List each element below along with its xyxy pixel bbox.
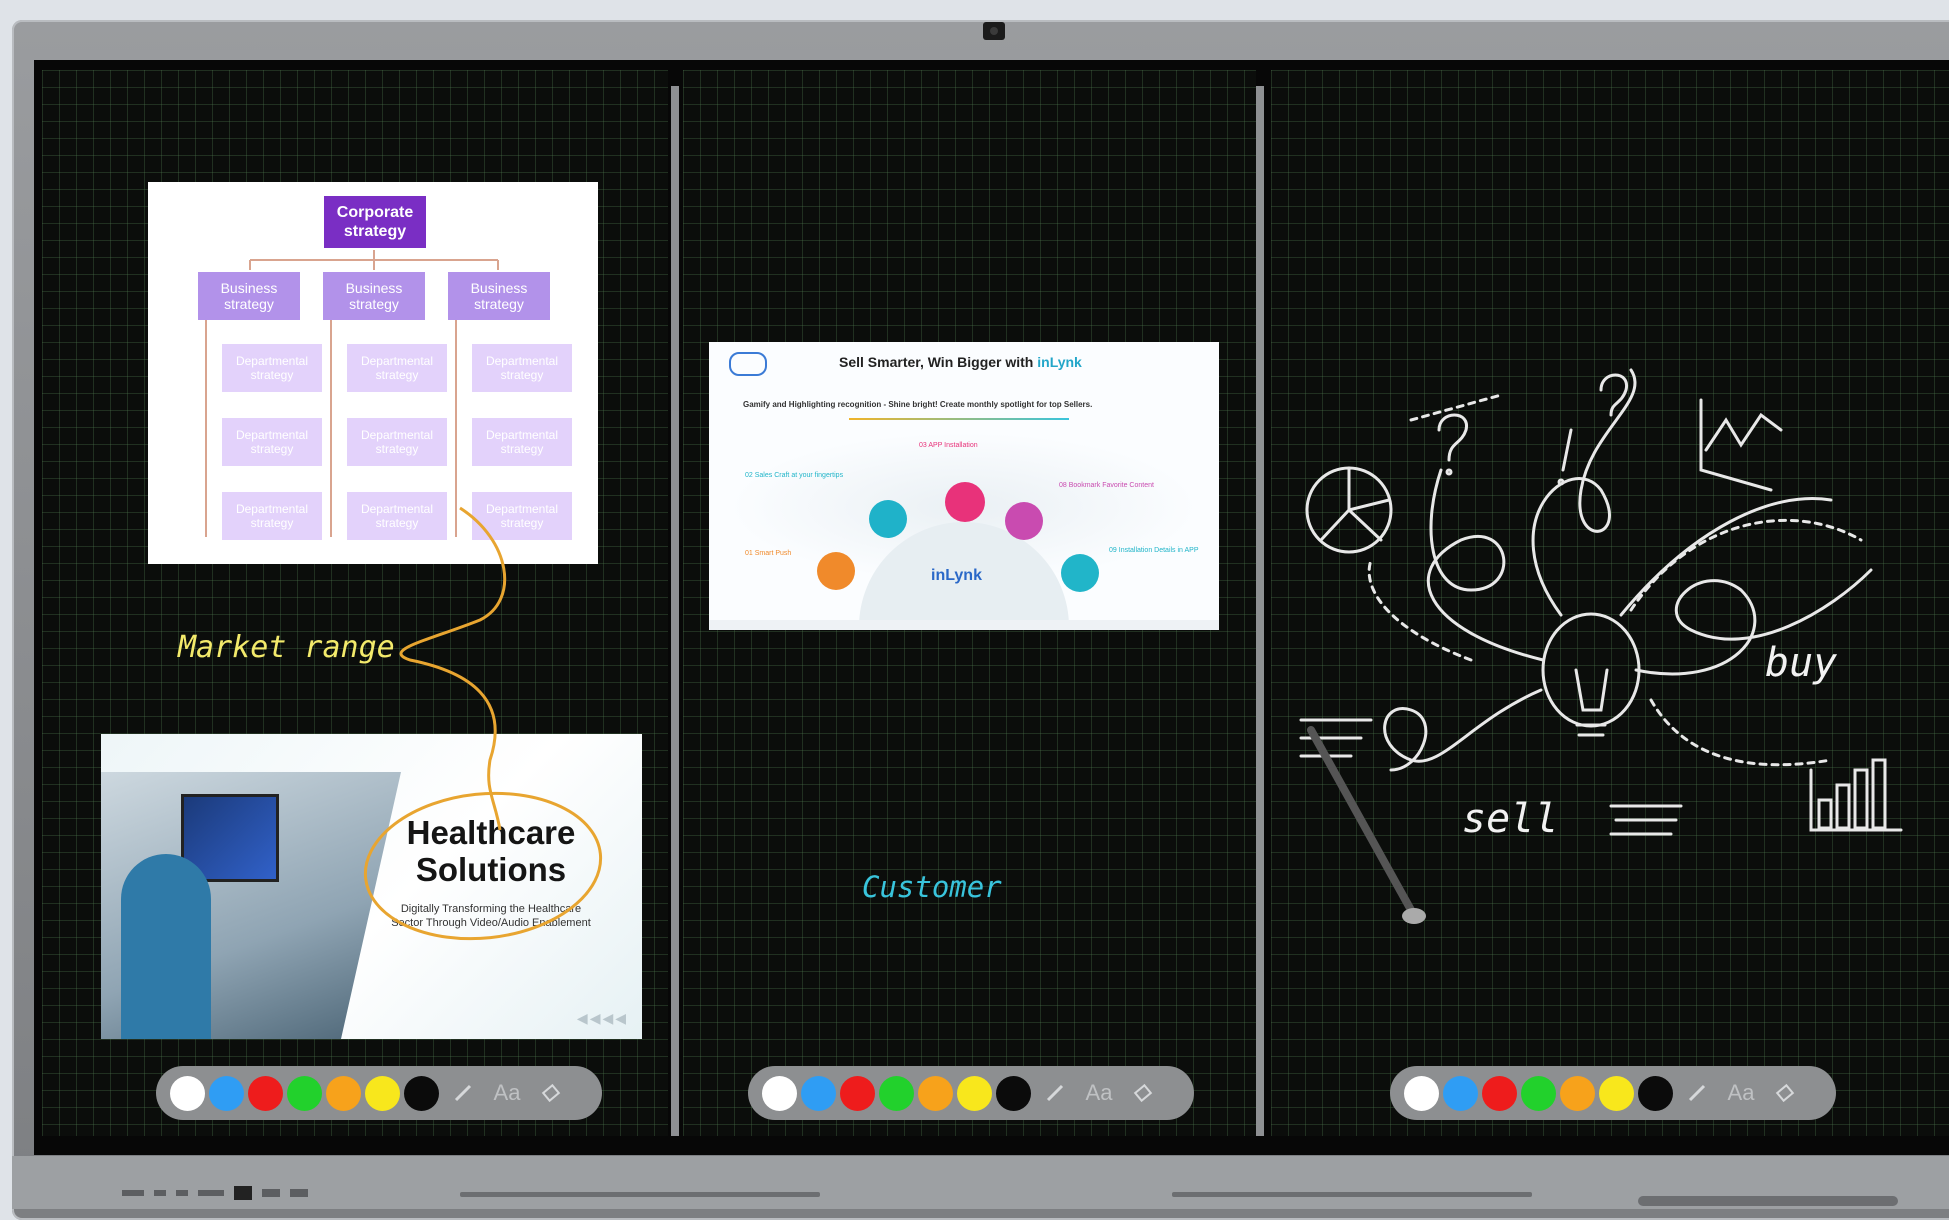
stylus-pen-icon bbox=[1307, 726, 1415, 914]
lightbulb-filament bbox=[1574, 668, 1609, 712]
power-button-icon[interactable] bbox=[234, 1186, 252, 1200]
step-bubble-icon bbox=[817, 552, 855, 590]
color-red-swatch[interactable] bbox=[840, 1075, 875, 1111]
slide-heading-text: Sell Smarter, Win Bigger with bbox=[839, 354, 1038, 370]
slide-divider-line bbox=[849, 418, 1069, 420]
step-bubble-icon bbox=[1005, 502, 1043, 540]
color-blue-swatch[interactable] bbox=[209, 1075, 244, 1111]
color-orange-swatch[interactable] bbox=[1560, 1075, 1595, 1111]
color-yellow-swatch[interactable] bbox=[1599, 1075, 1634, 1111]
step-text: Installation Details in APP bbox=[1118, 547, 1199, 554]
usb-port-icon bbox=[122, 1190, 144, 1196]
step-text: Sales Craft at your fingertips bbox=[754, 472, 844, 479]
usb-port-icon bbox=[290, 1189, 308, 1197]
step-number: 03 bbox=[919, 442, 927, 449]
eraser-icon[interactable] bbox=[1765, 1082, 1805, 1104]
color-black-swatch[interactable] bbox=[1638, 1075, 1673, 1111]
eraser-icon[interactable] bbox=[531, 1082, 571, 1104]
step-number: 08 bbox=[1059, 482, 1067, 489]
text-tool-button[interactable]: Aa bbox=[487, 1080, 527, 1106]
slide-footer-bar bbox=[709, 620, 1219, 630]
text-tool-button[interactable]: Aa bbox=[1721, 1080, 1761, 1106]
step-label: 09 Installation Details in APP bbox=[1109, 547, 1209, 554]
annotation-customer: Customer bbox=[862, 870, 1002, 904]
pen-toolbar-middle: Aa bbox=[748, 1066, 1194, 1120]
color-white-swatch[interactable] bbox=[1404, 1075, 1439, 1111]
panel-divider bbox=[671, 86, 679, 1136]
usb-port-icon bbox=[262, 1189, 280, 1197]
color-yellow-swatch[interactable] bbox=[365, 1075, 400, 1111]
step-text: APP Installation bbox=[928, 442, 978, 449]
color-green-swatch[interactable] bbox=[287, 1075, 322, 1111]
eraser-icon[interactable] bbox=[1123, 1082, 1163, 1104]
bezel-groove bbox=[1638, 1196, 1898, 1206]
color-blue-swatch[interactable] bbox=[1443, 1075, 1478, 1111]
color-black-swatch[interactable] bbox=[996, 1075, 1031, 1111]
question-mark-icon bbox=[1437, 413, 1468, 462]
orange-ink-circle bbox=[363, 791, 603, 941]
usb-port-icon bbox=[176, 1190, 188, 1196]
chalk-sketch bbox=[1299, 368, 1903, 924]
center-logo: inLynk bbox=[931, 567, 982, 584]
slide-heading-brand: inLynk bbox=[1037, 354, 1082, 370]
front-ports bbox=[122, 1186, 352, 1200]
color-white-swatch[interactable] bbox=[170, 1075, 205, 1111]
text-tool-button[interactable]: Aa bbox=[1079, 1080, 1119, 1106]
color-orange-swatch[interactable] bbox=[326, 1075, 361, 1111]
step-bubble-icon bbox=[945, 482, 985, 522]
step-text: Smart Push bbox=[754, 550, 792, 557]
sales-slide-card[interactable]: Sell Smarter, Win Bigger with inLynk Gam… bbox=[709, 342, 1219, 630]
step-number: 01 bbox=[745, 550, 753, 557]
color-red-swatch[interactable] bbox=[1482, 1075, 1517, 1111]
bezel-groove bbox=[460, 1192, 820, 1197]
pen-icon[interactable] bbox=[1035, 1082, 1075, 1104]
pen-toolbar-right: Aa bbox=[1390, 1066, 1836, 1120]
color-yellow-swatch[interactable] bbox=[957, 1075, 992, 1111]
inlynk-logo-icon bbox=[729, 352, 767, 376]
step-number: 02 bbox=[745, 472, 753, 479]
color-red-swatch[interactable] bbox=[248, 1075, 283, 1111]
step-text: Bookmark Favorite Content bbox=[1068, 482, 1154, 489]
color-white-swatch[interactable] bbox=[762, 1075, 797, 1111]
orange-ink-stroke bbox=[399, 506, 507, 831]
pen-toolbar-left: Aa bbox=[156, 1066, 602, 1120]
hdmi-port-icon bbox=[198, 1190, 224, 1196]
color-blue-swatch[interactable] bbox=[801, 1075, 836, 1111]
sketch-word-buy: buy bbox=[1765, 640, 1838, 686]
pen-icon[interactable] bbox=[443, 1082, 483, 1104]
bottom-bezel bbox=[12, 1156, 1949, 1209]
annotation-market-range: Market range bbox=[178, 630, 395, 665]
color-black-swatch[interactable] bbox=[404, 1075, 439, 1111]
slide-subheading: Gamify and Highlighting recognition - Sh… bbox=[743, 400, 1093, 409]
pen-icon[interactable] bbox=[1677, 1082, 1717, 1104]
panel-divider bbox=[1256, 86, 1264, 1136]
color-green-swatch[interactable] bbox=[879, 1075, 914, 1111]
exclamation-icon bbox=[1561, 428, 1573, 472]
step-label: 02 Sales Craft at your fingertips bbox=[745, 472, 855, 479]
slide-heading: Sell Smarter, Win Bigger with inLynk bbox=[839, 354, 1082, 370]
step-label: 01 Smart Push bbox=[745, 550, 791, 557]
color-green-swatch[interactable] bbox=[1521, 1075, 1556, 1111]
step-bubble-icon bbox=[1061, 554, 1099, 592]
step-bubble-icon bbox=[869, 500, 907, 538]
color-orange-swatch[interactable] bbox=[918, 1075, 953, 1111]
step-label: 03 APP Installation bbox=[919, 442, 978, 449]
bezel-groove bbox=[1172, 1192, 1532, 1197]
sketch-word-sell: sell bbox=[1462, 796, 1559, 842]
step-label: 08 Bookmark Favorite Content bbox=[1059, 482, 1179, 489]
step-number: 09 bbox=[1109, 547, 1117, 554]
usb-port-icon bbox=[154, 1190, 166, 1196]
